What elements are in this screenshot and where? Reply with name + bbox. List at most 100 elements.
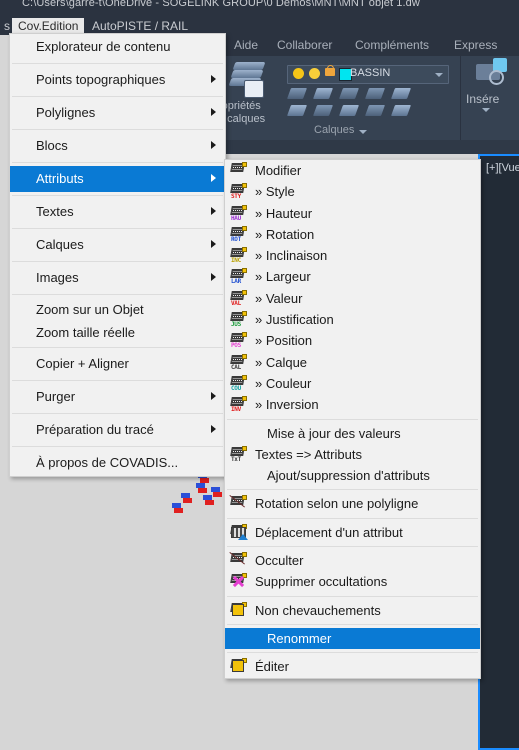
menu-item-rotation[interactable]: ROT » Rotation	[225, 224, 480, 245]
viewport-label[interactable]: [+][Vue	[486, 162, 519, 174]
ribbon-tab-collaborer[interactable]: Collaborer	[277, 38, 332, 52]
menu-item-propos-de-covadis[interactable]: À propos de COVADIS...	[10, 450, 225, 476]
layer-freeze-icon[interactable]	[312, 88, 334, 99]
layer-properties-icon[interactable]	[232, 62, 266, 70]
chevron-right-icon	[211, 141, 216, 149]
layer-thaw-icon[interactable]	[338, 105, 360, 116]
ribbon-tab-express[interactable]: Express	[454, 38, 497, 52]
menu-item-label: Points topographiques	[36, 72, 166, 87]
insert-chevron-down-icon[interactable]	[482, 108, 490, 112]
menu-item-label: » Hauteur	[255, 205, 313, 221]
menu-item-label: Explorateur de contenu	[36, 39, 171, 54]
layer-off-icon[interactable]	[338, 88, 360, 99]
menu-item-pr-paration-du-trac[interactable]: Préparation du tracé	[10, 417, 225, 443]
menu-item-couleur[interactable]: COU » Couleur	[225, 373, 480, 394]
menu-item-mise-jour-des-valeurs[interactable]: Mise à jour des valeurs	[225, 423, 480, 444]
panel-expand-chevron-icon[interactable]	[359, 130, 367, 134]
menu-separator	[12, 228, 223, 229]
insert-block-circle-icon	[489, 70, 504, 85]
layer-on-icon[interactable]	[286, 105, 308, 116]
menu-item-occulter[interactable]: Occulter	[225, 550, 480, 571]
attribute-value-icon: VAL	[230, 289, 247, 307]
ribbon-footer	[222, 140, 519, 154]
menu-item-blocs[interactable]: Blocs	[10, 133, 225, 159]
menu-item-images[interactable]: Images	[10, 265, 225, 291]
menu-item-label: » Rotation	[255, 226, 315, 242]
attributs-submenu[interactable]: Modifier STY » Style HAU » Hauteur ROT » Rotat…	[224, 159, 481, 679]
layer-change-icon[interactable]	[312, 105, 334, 116]
layer-lock-icon[interactable]	[364, 88, 386, 99]
ribbon-tab-compl-ments[interactable]: Compléments	[355, 38, 429, 52]
menu-item-valeur[interactable]: VAL » Valeur	[225, 288, 480, 309]
menu-item-textes-attributs[interactable]: TxT Textes => Attributs	[225, 444, 480, 465]
menu-item-textes[interactable]: Textes	[10, 199, 225, 225]
menu-item-points-topographiques[interactable]: Points topographiques	[10, 67, 225, 93]
menu-item-position[interactable]: POS » Position	[225, 330, 480, 351]
layer-unlock-tool-icon[interactable]	[364, 105, 386, 116]
menu-item-label: » Valeur	[255, 290, 303, 306]
menu-item-d-placement-d-un-attribut[interactable]: Déplacement d'un attribut	[225, 522, 480, 543]
attribute-justify-icon: JUS	[230, 311, 247, 329]
menu-item-label: Mise à jour des valeurs	[267, 425, 401, 441]
menu-item-justification[interactable]: JUS » Justification	[225, 309, 480, 330]
attribute-inversion-icon: INV	[230, 396, 247, 413]
layer-properties-label-line2: e calques	[222, 113, 266, 125]
menu-item-hauteur[interactable]: HAU » Hauteur	[225, 203, 480, 224]
model-viewport[interactable]: [+][Vue	[478, 154, 519, 750]
menu-item-label: Rotation selon une polyligne	[255, 496, 419, 512]
layer-on-bulb-icon[interactable]	[293, 68, 304, 79]
ribbon-tab-aide[interactable]: Aide	[234, 38, 258, 52]
menu-item-ajout-suppression-d-attributs[interactable]: Ajout/suppression d'attributs	[225, 465, 480, 486]
attribute-modify-icon	[230, 162, 247, 178]
current-layer-combo[interactable]: BASSIN	[287, 65, 449, 84]
menu-item-label: Non chevauchements	[255, 602, 381, 618]
layer-match-icon[interactable]	[390, 105, 412, 116]
chevron-down-icon[interactable]	[435, 73, 443, 77]
menu-item-inversion[interactable]: INV » Inversion	[225, 394, 480, 415]
menu-item-label: Copier + Aligner	[36, 356, 129, 371]
attribute-code-label: LAR	[231, 278, 241, 286]
attribute-rotation-icon: ROT	[230, 225, 247, 242]
autocad-application-window: C:\Users\garre-t\OneDrive - SOGELINK GRO…	[0, 0, 519, 750]
menu-item-label: Zoom taille réelle	[36, 325, 135, 340]
layer-isolate-icon[interactable]	[286, 88, 308, 99]
menu-item-non-chevauchements[interactable]: Non chevauchements	[225, 600, 480, 621]
attribute-code-label: VAL	[231, 299, 241, 307]
menu-item-rotation-selon-une-polyligne[interactable]: Rotation selon une polyligne	[225, 493, 480, 514]
menu-item-label: Polylignes	[36, 105, 96, 120]
attribute-code-label: STY	[231, 193, 241, 201]
layer-properties-icon-2	[230, 70, 264, 78]
menu-item-explorateur-de-contenu[interactable]: Explorateur de contenu	[10, 34, 225, 60]
menu-item-purger[interactable]: Purger	[10, 384, 225, 410]
menu-item-supprimer-occultations[interactable]: Supprimer occultations	[225, 571, 480, 592]
menu-item-attributs[interactable]: Attributs	[10, 166, 225, 192]
menu-item-calques[interactable]: Calques	[10, 232, 225, 258]
menu-item-polylignes[interactable]: Polylignes	[10, 100, 225, 126]
menu-item-calque[interactable]: CAL » Calque	[225, 352, 480, 373]
menu-separator	[227, 489, 478, 491]
menu-item-diter[interactable]: Éditer	[225, 656, 480, 677]
attribute-code-label: JUS	[231, 321, 241, 329]
menu-item-zoom-sur-un-objet[interactable]: Zoom sur un Objet	[10, 298, 225, 321]
chevron-right-icon	[211, 174, 216, 182]
covedition-menu[interactable]: Explorateur de contenu Points topographiq…	[9, 33, 226, 477]
attribute-code-label: INC	[231, 257, 241, 265]
move-attribute-icon	[230, 523, 248, 540]
menu-item-largeur[interactable]: LAR » Largeur	[225, 266, 480, 287]
menu-item-label: Attributs	[36, 171, 84, 186]
current-layer-name: BASSIN	[350, 67, 391, 79]
menu-item-style[interactable]: STY » Style	[225, 181, 480, 202]
layer-merge-icon[interactable]	[390, 88, 412, 99]
menu-item-modifier[interactable]: Modifier	[225, 160, 480, 181]
attribute-slant-icon: INC	[230, 247, 247, 265]
menu-item-label: » Inversion	[255, 397, 319, 413]
attribute-code-label: POS	[231, 342, 241, 350]
menu-item-copier-aligner[interactable]: Copier + Aligner	[10, 351, 225, 377]
menu-item-zoom-taille-r-elle[interactable]: Zoom taille réelle	[10, 321, 225, 344]
menu-item-renommer[interactable]: Renommer	[225, 627, 480, 650]
chevron-right-icon	[211, 108, 216, 116]
insert-label: Insére	[466, 92, 500, 106]
menu-separator	[227, 623, 478, 625]
menu-item-inclinaison[interactable]: INC » Inclinaison	[225, 245, 480, 266]
layer-thaw-sun-icon[interactable]	[309, 68, 320, 79]
